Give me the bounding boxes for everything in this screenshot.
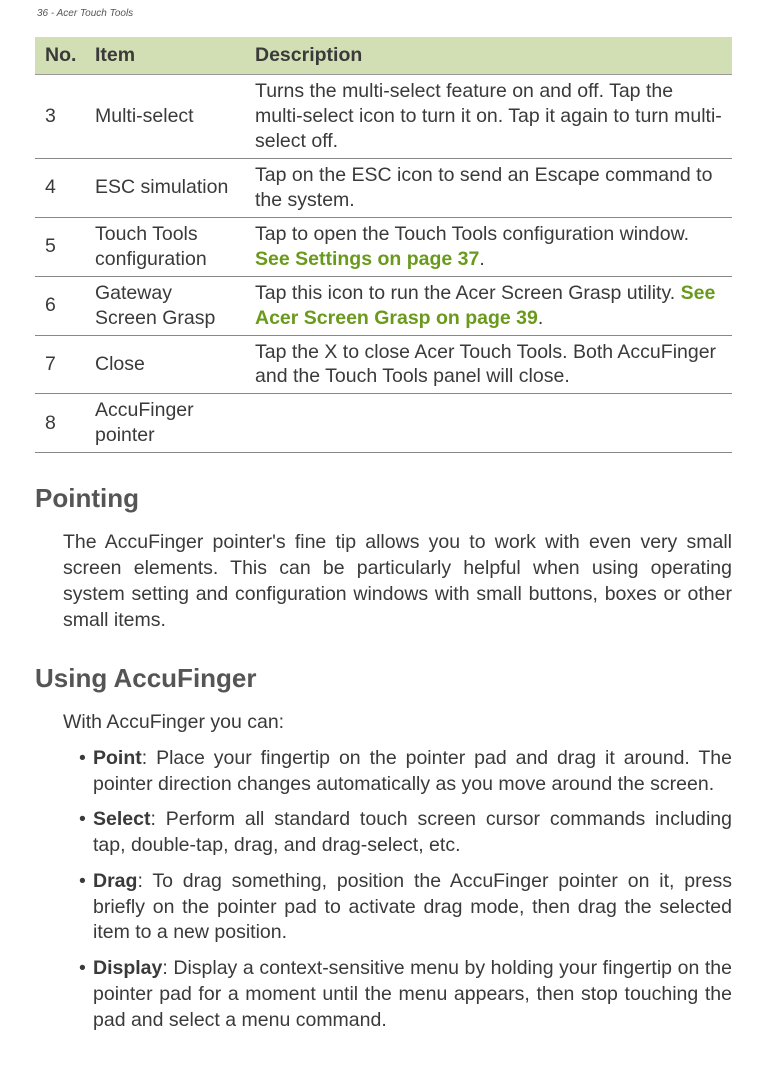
table-row: 7 Close Tap the X to close Acer Touch To…	[35, 335, 732, 394]
table-row: 3 Multi-select Turns the multi-select fe…	[35, 74, 732, 158]
desc-text-end: .	[479, 248, 484, 270]
table-row: 4 ESC simulation Tap on the ESC icon to …	[35, 158, 732, 217]
cell-desc: Turns the multi-select feature on and of…	[245, 74, 732, 158]
list-item-head: Display	[93, 957, 162, 979]
list-item: Display: Display a context-sensitive men…	[79, 956, 732, 1033]
feature-table: No. Item Description 3 Multi-select Turn…	[35, 37, 732, 453]
table-header-row: No. Item Description	[35, 37, 732, 74]
cell-item: Close	[85, 335, 245, 394]
desc-text: Tap to open the Touch Tools configuratio…	[255, 223, 689, 245]
table-row: 6 Gateway Screen Grasp Tap this icon to …	[35, 276, 732, 335]
cell-no: 8	[35, 394, 85, 453]
cell-item: Gateway Screen Grasp	[85, 276, 245, 335]
cell-no: 6	[35, 276, 85, 335]
list-item-body: : Perform all standard touch screen curs…	[93, 808, 732, 856]
desc-text: Tap on the ESC icon to send an Escape co…	[255, 164, 712, 211]
list-item-body: : To drag something, position the AccuFi…	[93, 870, 732, 943]
bullet-list: Point: Place your fingertip on the point…	[63, 746, 732, 1033]
intro-line: With AccuFinger you can:	[63, 710, 732, 736]
heading-pointing: Pointing	[35, 483, 732, 514]
th-item: Item	[85, 37, 245, 74]
list-item-head: Drag	[93, 870, 137, 892]
cross-ref-link[interactable]: See Settings on page 37	[255, 248, 479, 270]
cell-item: AccuFinger pointer	[85, 394, 245, 453]
th-desc: Description	[245, 37, 732, 74]
cell-item: Touch Tools configuration	[85, 217, 245, 276]
th-no: No.	[35, 37, 85, 74]
list-item-head: Point	[93, 747, 142, 769]
cell-no: 3	[35, 74, 85, 158]
cell-desc: Tap on the ESC icon to send an Escape co…	[245, 158, 732, 217]
list-item: Point: Place your fingertip on the point…	[79, 746, 732, 797]
section-pointing-body: The AccuFinger pointer's fine tip allows…	[63, 530, 732, 633]
list-item: Drag: To drag something, position the Ac…	[79, 869, 732, 946]
list-item-body: : Place your fingertip on the pointer pa…	[93, 747, 732, 795]
cell-desc: Tap to open the Touch Tools configuratio…	[245, 217, 732, 276]
list-item-body: : Display a context-sensitive menu by ho…	[93, 957, 732, 1030]
page: 36 - Acer Touch Tools No. Item Descripti…	[0, 0, 767, 1065]
cell-item: Multi-select	[85, 74, 245, 158]
cell-desc: Tap this icon to run the Acer Screen Gra…	[245, 276, 732, 335]
paragraph: The AccuFinger pointer's fine tip allows…	[63, 530, 732, 633]
cell-item: ESC simulation	[85, 158, 245, 217]
table-row: 5 Touch Tools configuration Tap to open …	[35, 217, 732, 276]
table-row: 8 AccuFinger pointer	[35, 394, 732, 453]
desc-text: Turns the multi-select feature on and of…	[255, 80, 722, 152]
list-item-head: Select	[93, 808, 150, 830]
cell-no: 7	[35, 335, 85, 394]
section-using-body: With AccuFinger you can: Point: Place yo…	[63, 710, 732, 1033]
page-header: 36 - Acer Touch Tools	[37, 8, 732, 19]
cell-desc: Tap the X to close Acer Touch Tools. Bot…	[245, 335, 732, 394]
desc-text: Tap the X to close Acer Touch Tools. Bot…	[255, 341, 716, 388]
cell-no: 5	[35, 217, 85, 276]
cell-no: 4	[35, 158, 85, 217]
list-item: Select: Perform all standard touch scree…	[79, 807, 732, 858]
heading-using-accufinger: Using AccuFinger	[35, 663, 732, 694]
desc-text-end: .	[538, 307, 543, 329]
cell-desc	[245, 394, 732, 453]
desc-text: Tap this icon to run the Acer Screen Gra…	[255, 282, 681, 304]
